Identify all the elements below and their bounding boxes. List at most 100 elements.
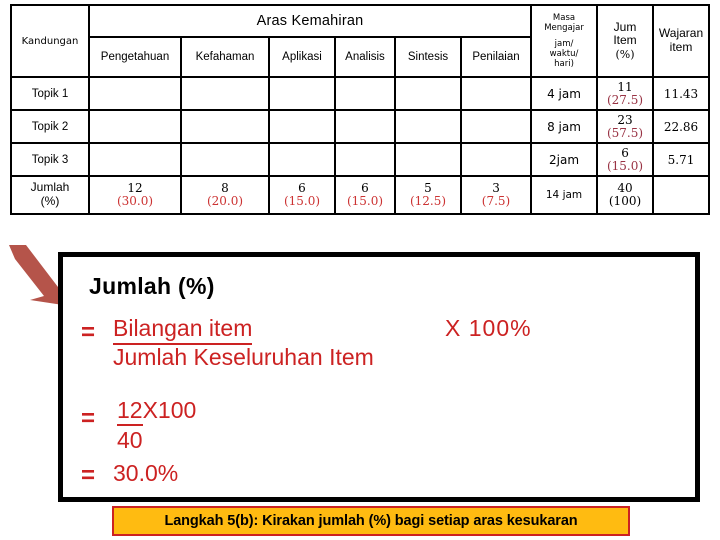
- header-jum-item: Jum Item (%): [596, 4, 655, 78]
- equals-sign-2: =: [81, 405, 96, 432]
- cell-topik2-jum-item-pct: (57.5): [606, 125, 644, 140]
- cell-total-aplikasi-pct: (15.0): [283, 194, 321, 208]
- cell-total-sintesis: 5 (12.5): [394, 175, 462, 215]
- row-label-topik-3: Topik 3: [10, 142, 90, 177]
- header-skill-analisis: Analisis: [334, 36, 396, 78]
- equals-sign-3: =: [81, 462, 96, 489]
- header-masa-line1: Masa: [552, 12, 576, 23]
- header-skill-aplikasi: Aplikasi: [268, 36, 336, 78]
- down-right-arrow-icon: [9, 245, 63, 305]
- header-jum-item-line3: (%): [615, 47, 635, 61]
- table-row: Topik 1 4 jam 11 (27.5) 11.43: [10, 76, 711, 111]
- cell-topik3-jum-item: 6 (15.0): [596, 142, 655, 177]
- cell-total-aplikasi: 6 (15.0): [268, 175, 336, 215]
- cell-topik2-penilaian[interactable]: [459, 109, 533, 144]
- header-skill-pengetahuan: Pengetahuan: [88, 36, 182, 78]
- formula-numerator-2-row: 12X100: [117, 397, 197, 426]
- header-aras-kemahiran: Aras Kemahiran: [87, 4, 533, 38]
- formula-result: 30.0%: [113, 460, 179, 486]
- row-label-jumlah-line1: Jumlah: [30, 180, 70, 195]
- cell-topik2-aplikasi[interactable]: [268, 109, 336, 144]
- cell-topik1-jum-item-count: 11: [617, 79, 633, 94]
- cell-topik1-masa: 4 jam: [530, 76, 599, 111]
- table-header-row-1: Kandungan Aras Kemahiran Masa Mengajar j…: [10, 4, 711, 78]
- table-total-row: Jumlah (%) 12 (30.0) 8 (20.0) 6 (15.0) 6…: [10, 175, 711, 215]
- cell-total-kefahaman-count: 8: [221, 180, 229, 195]
- specification-table: Kandungan Aras Kemahiran Masa Mengajar j…: [10, 4, 711, 215]
- cell-total-kefahaman-pct: (20.0): [206, 194, 244, 208]
- row-label-jumlah: Jumlah (%): [10, 175, 90, 215]
- equals-sign-1: =: [81, 319, 96, 346]
- cell-total-sintesis-count: 5: [424, 180, 432, 195]
- cell-topik2-wajaran: 22.86: [652, 109, 711, 144]
- cell-total-masa: 14 jam: [530, 175, 599, 215]
- cell-total-analisis: 6 (15.0): [334, 175, 396, 215]
- cell-topik2-pengetahuan[interactable]: [88, 109, 182, 144]
- formula-numerator-2: 12: [117, 397, 143, 426]
- cell-topik1-aplikasi[interactable]: [268, 76, 336, 111]
- cell-topik2-sintesis[interactable]: [394, 109, 462, 144]
- header-kandungan: Kandungan: [10, 4, 90, 78]
- formula-numerator-1: Bilangan item: [113, 315, 253, 345]
- cell-total-pengetahuan-pct: (30.0): [116, 194, 154, 208]
- table-row: Topik 2 8 jam 23 (57.5) 22.86: [10, 109, 711, 144]
- formula-multiplier-1: X 100%: [445, 315, 532, 341]
- cell-total-sintesis-pct: (12.5): [409, 194, 447, 208]
- cell-total-analisis-count: 6: [361, 180, 369, 195]
- cell-total-jum-item-count: 40: [617, 180, 633, 195]
- cell-total-wajaran: [652, 175, 711, 215]
- formula-box: Jumlah (%) = Bilangan item Jumlah Keselu…: [58, 252, 700, 502]
- cell-topik3-jum-item-pct: (15.0): [606, 158, 644, 173]
- cell-topik3-masa: 2jam: [530, 142, 599, 177]
- header-skill-sintesis: Sintesis: [394, 36, 462, 78]
- row-label-jumlah-line2: (%): [40, 194, 60, 208]
- header-masa-unit-line3: hari): [554, 59, 574, 70]
- header-wajaran-line2: item: [669, 40, 693, 54]
- formula-denominator-2: 40: [117, 427, 143, 453]
- cell-total-pengetahuan-count: 12: [127, 180, 143, 195]
- cell-total-pengetahuan: 12 (30.0): [88, 175, 182, 215]
- cell-total-aplikasi-count: 6: [298, 180, 306, 195]
- cell-total-kefahaman: 8 (20.0): [180, 175, 270, 215]
- header-masa-mengajar: Masa Mengajar jam/ waktu/ hari): [530, 4, 599, 78]
- row-label-topik-2: Topik 2: [10, 109, 90, 144]
- row-label-topik-1: Topik 1: [10, 76, 90, 111]
- formula-multiplier-2: X100: [142, 397, 197, 423]
- cell-topik1-analisis[interactable]: [334, 76, 396, 111]
- header-jum-item-line1: Jum: [613, 19, 637, 34]
- cell-topik1-sintesis[interactable]: [394, 76, 462, 111]
- cell-topik3-analisis[interactable]: [334, 142, 396, 177]
- cell-topik2-jum-item-count: 23: [617, 112, 633, 127]
- formula-denominator-1: Jumlah Keseluruhan Item: [113, 344, 374, 370]
- cell-topik1-penilaian[interactable]: [459, 76, 533, 111]
- cell-topik2-analisis[interactable]: [334, 109, 396, 144]
- cell-total-jum-item-pct: (100): [608, 194, 642, 208]
- cell-topik1-pengetahuan[interactable]: [88, 76, 182, 111]
- header-jum-item-line2: Item: [613, 33, 637, 48]
- header-masa-line2: Mengajar: [544, 22, 584, 33]
- table-row: Topik 3 2jam 6 (15.0) 5.71: [10, 142, 711, 177]
- header-wajaran-item: Wajaran item: [652, 4, 711, 78]
- cell-topik1-jum-item-pct: (27.5): [606, 92, 644, 107]
- cell-topik3-aplikasi[interactable]: [268, 142, 336, 177]
- step-caption-text: Langkah 5(b): Kirakan jumlah (%) bagi se…: [164, 513, 578, 529]
- cell-topik3-jum-item-count: 6: [621, 145, 629, 160]
- cell-total-analisis-pct: (15.0): [346, 194, 384, 208]
- cell-topik3-pengetahuan[interactable]: [88, 142, 182, 177]
- cell-topik1-kefahaman[interactable]: [180, 76, 270, 111]
- cell-topik2-masa: 8 jam: [530, 109, 599, 144]
- header-wajaran-line1: Wajaran: [658, 26, 704, 41]
- cell-topik3-penilaian[interactable]: [459, 142, 533, 177]
- cell-total-jum-item: 40 (100): [596, 175, 655, 215]
- cell-topik2-kefahaman[interactable]: [180, 109, 270, 144]
- cell-total-penilaian: 3 (7.5): [459, 175, 533, 215]
- cell-topik3-kefahaman[interactable]: [180, 142, 270, 177]
- cell-total-penilaian-pct: (7.5): [481, 194, 511, 208]
- header-masa-unit-line2: waktu/: [549, 49, 579, 59]
- cell-topik1-wajaran: 11.43: [652, 76, 711, 111]
- cell-topik3-wajaran: 5.71: [652, 142, 711, 177]
- header-skill-penilaian: Penilaian: [459, 36, 533, 78]
- cell-total-penilaian-count: 3: [492, 180, 500, 195]
- cell-topik3-sintesis[interactable]: [394, 142, 462, 177]
- formula-title: Jumlah (%): [89, 273, 215, 299]
